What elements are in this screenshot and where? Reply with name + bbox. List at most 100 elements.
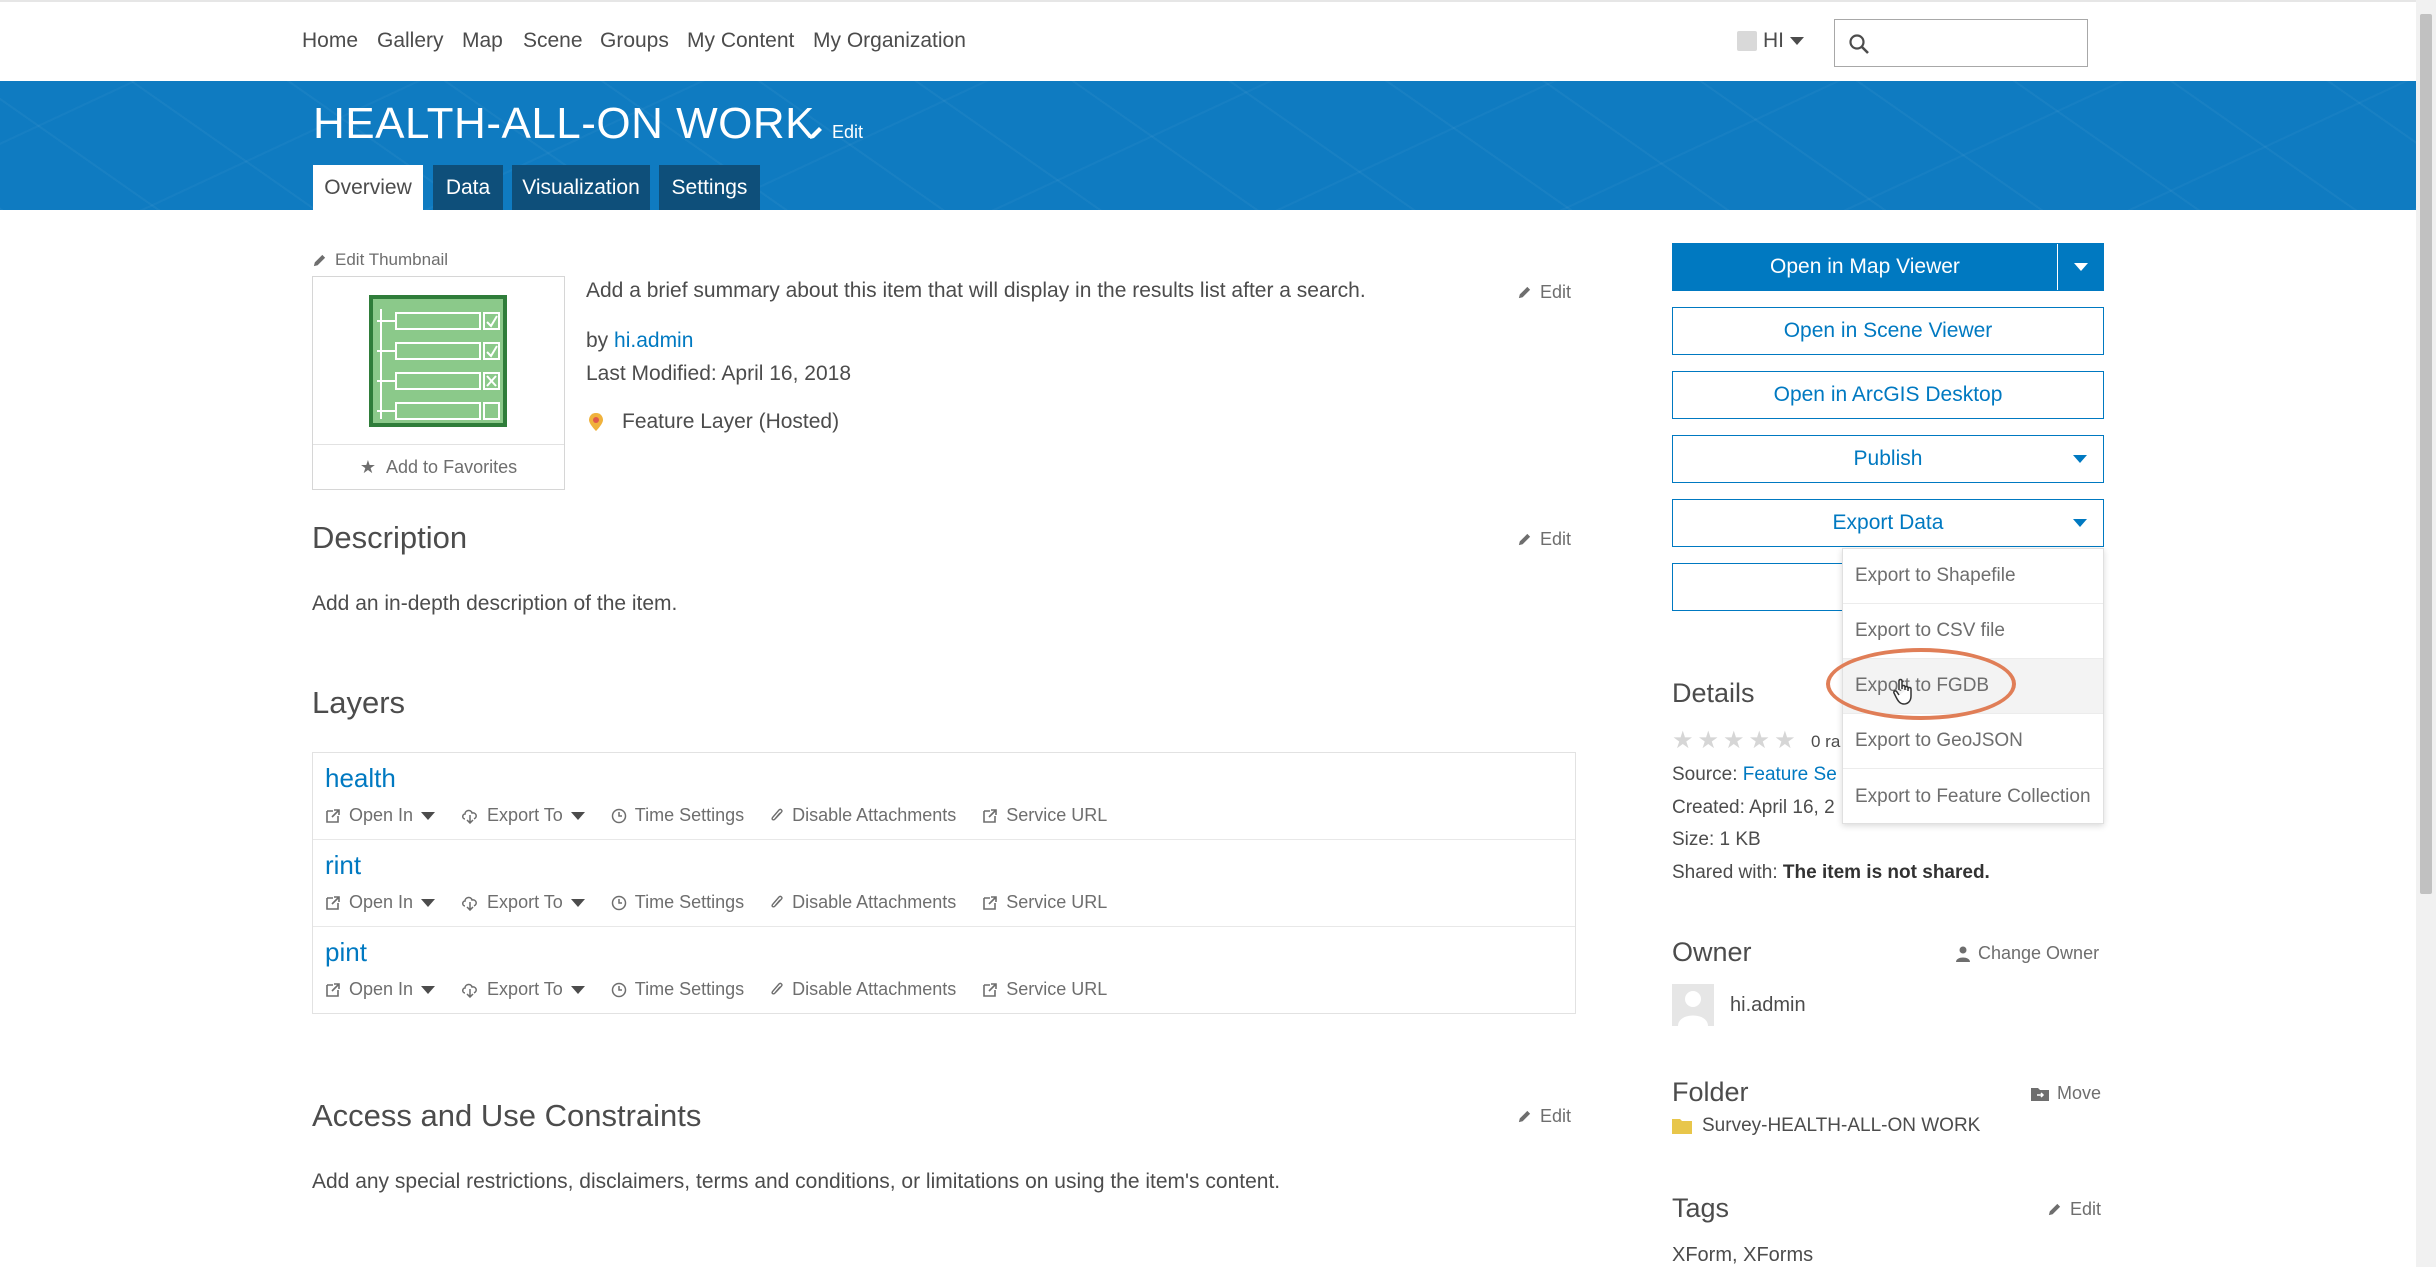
title-edit-button[interactable]: Edit: [808, 122, 863, 143]
open-in-dropdown[interactable]: Open In: [325, 805, 436, 826]
folder-row: Survey-HEALTH-ALL-ON WORK: [1672, 1115, 1980, 1137]
constraints-edit-label: Edit: [1540, 1106, 1572, 1126]
open-external-icon: [326, 982, 340, 997]
service-url-button[interactable]: Service URL: [982, 805, 1107, 826]
highlight-annotation-ring: [1826, 648, 2016, 720]
export-data-button[interactable]: Export Data: [1672, 499, 2104, 547]
tags-list[interactable]: XForm, XForms: [1672, 1244, 1813, 1267]
change-owner-button[interactable]: Change Owner: [1956, 943, 2099, 964]
download-icon: [462, 809, 477, 824]
details-heading: Details: [1672, 678, 1755, 708]
edit-thumbnail-link[interactable]: Edit Thumbnail: [312, 250, 448, 270]
search-box[interactable]: [1834, 19, 2088, 67]
tab-overview[interactable]: Overview: [313, 165, 423, 210]
rating-stars[interactable]: ★★★★★: [1672, 726, 1800, 755]
tab-data[interactable]: Data: [433, 165, 503, 210]
scrollbar-thumb[interactable]: [2420, 14, 2432, 894]
tags-heading: Tags: [1672, 1193, 1730, 1223]
source-label: Source:: [1672, 764, 1738, 785]
nav-home[interactable]: Home: [302, 29, 358, 53]
constraints-edit-button[interactable]: Edit: [1517, 1106, 1571, 1127]
nav-map[interactable]: Map: [462, 29, 503, 53]
change-owner-label: Change Owner: [1978, 943, 2100, 963]
tab-visualization[interactable]: Visualization: [512, 165, 650, 210]
search-input[interactable]: [1875, 23, 2075, 63]
pencil-icon: [2048, 1203, 2061, 1216]
time-settings-button[interactable]: Time Settings: [611, 805, 744, 826]
constraints-heading: Access and Use Constraints: [312, 1098, 702, 1133]
tags-edit-button[interactable]: Edit: [2047, 1199, 2101, 1220]
pencil-icon: [1518, 533, 1531, 546]
time-settings-label: Time Settings: [634, 979, 745, 999]
map-viewer-dropdown-toggle[interactable]: [2057, 244, 2103, 290]
user-initials: HI: [1763, 29, 1784, 52]
disable-attachments-label: Disable Attachments: [792, 805, 957, 825]
open-in-map-viewer-button[interactable]: Open in Map Viewer: [1672, 243, 2104, 291]
owner-name: hi.admin: [1730, 994, 1806, 1016]
layer-name-link[interactable]: health: [325, 763, 396, 794]
nav-my-organization[interactable]: My Organization: [813, 29, 966, 53]
layer-name-link[interactable]: rint: [325, 850, 361, 881]
move-folder-button[interactable]: Move: [2031, 1083, 2101, 1104]
chevron-down-icon: [570, 898, 585, 907]
export-to-dropdown[interactable]: Export To: [461, 805, 585, 826]
user-avatar: [1737, 31, 1757, 51]
item-header-banner: HEALTH-ALL-ON WORK Edit Overview Data Vi…: [0, 81, 2416, 210]
clock-icon: [611, 982, 627, 997]
open-in-dropdown[interactable]: Open In: [325, 979, 436, 1000]
shared-with-value: The item is not shared.: [1782, 862, 1990, 883]
service-url-button[interactable]: Service URL: [982, 979, 1107, 1000]
time-settings-button[interactable]: Time Settings: [611, 979, 744, 1000]
owner-link[interactable]: hi.admin: [614, 329, 693, 352]
owner-heading: Owner: [1672, 937, 1752, 967]
publish-button[interactable]: Publish: [1672, 435, 2104, 483]
open-in-map-viewer-label: Open in Map Viewer: [1770, 255, 1960, 278]
pencil-icon: [1518, 286, 1531, 299]
menu-item-export-feature-collection[interactable]: Export to Feature Collection: [1843, 769, 2103, 824]
description-edit-button[interactable]: Edit: [1517, 529, 1571, 550]
disable-attachments-button[interactable]: Disable Attachments: [770, 979, 956, 1000]
nav-gallery[interactable]: Gallery: [377, 29, 444, 53]
disable-attachments-button[interactable]: Disable Attachments: [770, 805, 956, 826]
summary-placeholder-link[interactable]: Add a brief summary about this item that…: [586, 279, 1366, 303]
feature-layer-icon: [589, 413, 603, 431]
menu-item-export-shapefile[interactable]: Export to Shapefile: [1843, 549, 2103, 604]
page-scrollbar[interactable]: [2416, 0, 2436, 1267]
open-in-scene-viewer-button[interactable]: Open in Scene Viewer: [1672, 307, 2104, 355]
open-in-arcgis-desktop-button[interactable]: Open in ArcGIS Desktop: [1672, 371, 2104, 419]
pencil-icon: [1518, 1110, 1531, 1123]
last-modified: Last Modified: April 16, 2018: [586, 362, 852, 385]
chevron-down-icon: [2073, 263, 2088, 271]
user-menu[interactable]: HI: [1737, 29, 1804, 53]
description-placeholder-link[interactable]: Add an in-depth description of the item.: [312, 592, 677, 616]
summary-edit-label: Edit: [1540, 282, 1572, 302]
add-to-favorites-label: Add to Favorites: [386, 456, 518, 477]
summary-edit-button[interactable]: Edit: [1517, 282, 1571, 303]
export-to-dropdown[interactable]: Export To: [461, 979, 585, 1000]
export-data-label: Export Data: [1832, 511, 1944, 534]
nav-my-content[interactable]: My Content: [687, 29, 794, 53]
time-settings-button[interactable]: Time Settings: [611, 892, 744, 913]
created-date: Created: April 16, 2: [1672, 797, 1835, 818]
disable-attachments-button[interactable]: Disable Attachments: [770, 892, 956, 913]
open-external-icon: [983, 982, 998, 997]
layer-actions: Open In Export To Time Settings Disable …: [325, 805, 1133, 826]
export-data-dropdown-toggle[interactable]: [2057, 500, 2103, 546]
layer-row: rint Open In Export To Time Settings Dis…: [313, 840, 1575, 927]
export-to-dropdown[interactable]: Export To: [461, 892, 585, 913]
service-url-button[interactable]: Service URL: [982, 892, 1107, 913]
add-to-favorites-button[interactable]: ★ Add to Favorites: [313, 444, 564, 489]
layer-name-link[interactable]: pint: [325, 937, 367, 968]
open-in-label: Open In: [349, 979, 414, 999]
nav-scene[interactable]: Scene: [523, 29, 583, 53]
publish-dropdown-toggle[interactable]: [2057, 436, 2103, 482]
constraints-placeholder-link[interactable]: Add any special restrictions, disclaimer…: [312, 1170, 1280, 1194]
tab-settings[interactable]: Settings: [659, 165, 760, 210]
source-link[interactable]: Feature Se: [1743, 764, 1837, 785]
nav-groups[interactable]: Groups: [600, 29, 669, 53]
menu-item-export-geojson[interactable]: Export to GeoJSON: [1843, 714, 2103, 769]
search-icon: [1849, 34, 1869, 54]
open-in-dropdown[interactable]: Open In: [325, 892, 436, 913]
description-heading: Description: [312, 520, 468, 555]
description-edit-label: Edit: [1540, 529, 1572, 549]
